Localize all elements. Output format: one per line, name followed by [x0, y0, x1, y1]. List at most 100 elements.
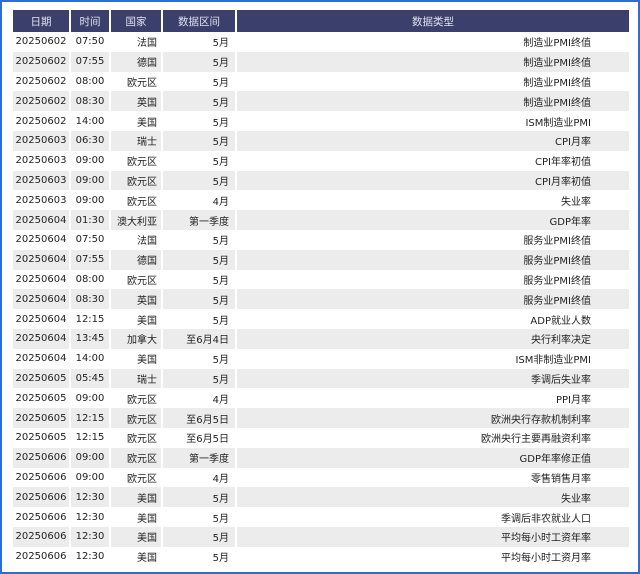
table-row: 20250604 13:45 加拿大 至6月4日 央行利率决定 [13, 328, 629, 349]
date-cell: 20250602 [15, 115, 67, 127]
period-cell: 4月 [212, 196, 229, 208]
table-row: 20250604 07:55 德国 5月 服务业PMI终值 [13, 249, 629, 270]
table-row: 20250606 09:00 欧元区 4月 零售销售月率 [13, 468, 629, 488]
data-type-cell: 季调后非农就业人口 [501, 513, 591, 525]
date-cell: 20250604 [15, 353, 67, 365]
time-cell: 12:15 [71, 408, 109, 428]
data-type-cell: 平均每小时工资月率 [501, 553, 591, 565]
data-type-cell: 失业率 [561, 196, 591, 208]
period-cell: 5月 [163, 487, 235, 508]
table-row: 20250603 09:00 欧元区 5月 CPI月率初值 [13, 170, 629, 191]
date-cell: 20250606 [13, 487, 69, 508]
country-cell: 瑞士 [111, 130, 161, 151]
screenshot-frame: 日期 时间 国家 数据区间 数据类型 20250602 07:50 法国 5月 制造业P… [0, 0, 640, 574]
header-time: 时间 [71, 10, 109, 32]
table-row: 20250602 14:00 美国 5月 ISM制造业PMI [13, 111, 629, 131]
period-cell: 4月 [212, 473, 229, 485]
country-cell: 欧元区 [111, 408, 161, 428]
date-cell: 20250604 [13, 328, 69, 349]
country-cell: 美国 [137, 355, 157, 367]
table-row: 20250605 09:00 欧元区 4月 PPI月率 [13, 388, 629, 408]
table-row: 20250604 14:00 美国 5月 ISM非制造业PMI [13, 349, 629, 369]
data-type-cell: 服务业PMI终值 [237, 249, 629, 270]
table-row: 20250603 09:00 欧元区 4月 失业率 [13, 190, 629, 210]
date-cell: 20250606 [15, 511, 67, 523]
country-cell: 欧元区 [127, 434, 157, 446]
table-row: 20250603 06:30 瑞士 5月 CPI月率 [13, 130, 629, 151]
date-cell: 20250604 [15, 273, 67, 285]
table-row: 20250605 12:15 欧元区 至6月5日 欧洲央行存款机制利率 [13, 408, 629, 428]
table-row: 20250602 07:55 德国 5月 制造业PMI终值 [13, 51, 629, 72]
date-cell: 20250605 [15, 432, 67, 444]
period-cell: 5月 [163, 91, 235, 112]
data-type-cell: 零售销售月率 [531, 473, 591, 485]
period-cell: 5月 [212, 553, 229, 565]
table-row: 20250603 09:00 欧元区 5月 CPI年率初值 [13, 151, 629, 171]
data-type-cell: GDP年率 [237, 210, 629, 230]
country-cell: 德国 [111, 51, 161, 72]
table-row: 20250606 12:30 美国 5月 平均每小时工资年率 [13, 526, 629, 547]
data-type-cell: 欧洲央行存款机制利率 [237, 408, 629, 428]
header-country: 国家 [111, 10, 161, 32]
period-cell: 至6月5日 [163, 408, 235, 428]
time-cell: 08:30 [71, 289, 109, 310]
time-cell: 13:45 [71, 328, 109, 349]
country-cell: 加拿大 [111, 328, 161, 349]
data-type-cell: 服务业PMI终值 [523, 236, 591, 248]
date-cell: 20250606 [13, 447, 69, 468]
data-type-cell: ISM非制造业PMI [515, 355, 591, 367]
period-cell: 5月 [163, 289, 235, 310]
time-cell: 07:55 [71, 249, 109, 270]
time-cell: 14:00 [75, 115, 105, 127]
date-cell: 20250603 [15, 155, 67, 167]
period-cell: 5月 [212, 513, 229, 525]
time-cell: 12:15 [75, 432, 105, 444]
table-row: 20250604 07:50 法国 5月 服务业PMI终值 [13, 230, 629, 250]
period-cell: 5月 [163, 526, 235, 547]
data-type-cell: PPI月率 [555, 394, 591, 406]
country-cell: 欧元区 [127, 473, 157, 485]
country-cell: 美国 [137, 553, 157, 565]
period-cell: 5月 [212, 157, 229, 169]
time-cell: 07:50 [75, 36, 105, 48]
period-cell: 至6月4日 [163, 328, 235, 349]
time-cell: 12:30 [75, 551, 105, 563]
economic-calendar-table: 日期 时间 国家 数据区间 数据类型 20250602 07:50 法国 5月 制造业P… [11, 10, 631, 567]
time-cell: 09:00 [71, 170, 109, 191]
data-type-cell: ADP就业人数 [530, 315, 591, 327]
table-row: 20250605 12:15 欧元区 至6月5日 欧洲央行主要再融资利率 [13, 428, 629, 448]
time-cell: 09:00 [71, 447, 109, 468]
time-cell: 09:00 [75, 194, 105, 206]
data-type-cell: GDP年率修正值 [237, 447, 629, 468]
country-cell: 美国 [111, 487, 161, 508]
period-cell: 4月 [212, 394, 229, 406]
country-cell: 美国 [137, 513, 157, 525]
time-cell: 12:30 [71, 487, 109, 508]
country-cell: 欧元区 [127, 77, 157, 89]
country-cell: 瑞士 [111, 368, 161, 389]
time-cell: 14:00 [75, 353, 105, 365]
country-cell: 法国 [137, 236, 157, 248]
time-cell: 06:30 [71, 130, 109, 151]
period-cell: 5月 [212, 117, 229, 129]
data-type-cell: 制造业PMI终值 [523, 38, 591, 50]
time-cell: 01:30 [71, 210, 109, 230]
country-cell: 英国 [111, 289, 161, 310]
data-type-cell: 制造业PMI终值 [523, 77, 591, 89]
period-cell: 5月 [163, 249, 235, 270]
data-type-cell: CPI月率 [237, 130, 629, 151]
date-cell: 20250603 [15, 194, 67, 206]
period-cell: 至6月5日 [186, 434, 229, 446]
date-cell: 20250605 [13, 408, 69, 428]
date-cell: 20250602 [13, 51, 69, 72]
time-cell: 09:00 [75, 471, 105, 483]
period-cell: 5月 [212, 275, 229, 287]
date-cell: 20250602 [15, 75, 67, 87]
data-type-cell: CPI年率初值 [535, 157, 591, 169]
country-cell: 美国 [137, 315, 157, 327]
period-cell: 5月 [212, 355, 229, 367]
date-cell: 20250604 [15, 234, 67, 246]
table-row: 20250602 08:00 欧元区 5月 制造业PMI终值 [13, 72, 629, 92]
data-type-cell: 平均每小时工资年率 [237, 526, 629, 547]
country-cell: 欧元区 [127, 394, 157, 406]
